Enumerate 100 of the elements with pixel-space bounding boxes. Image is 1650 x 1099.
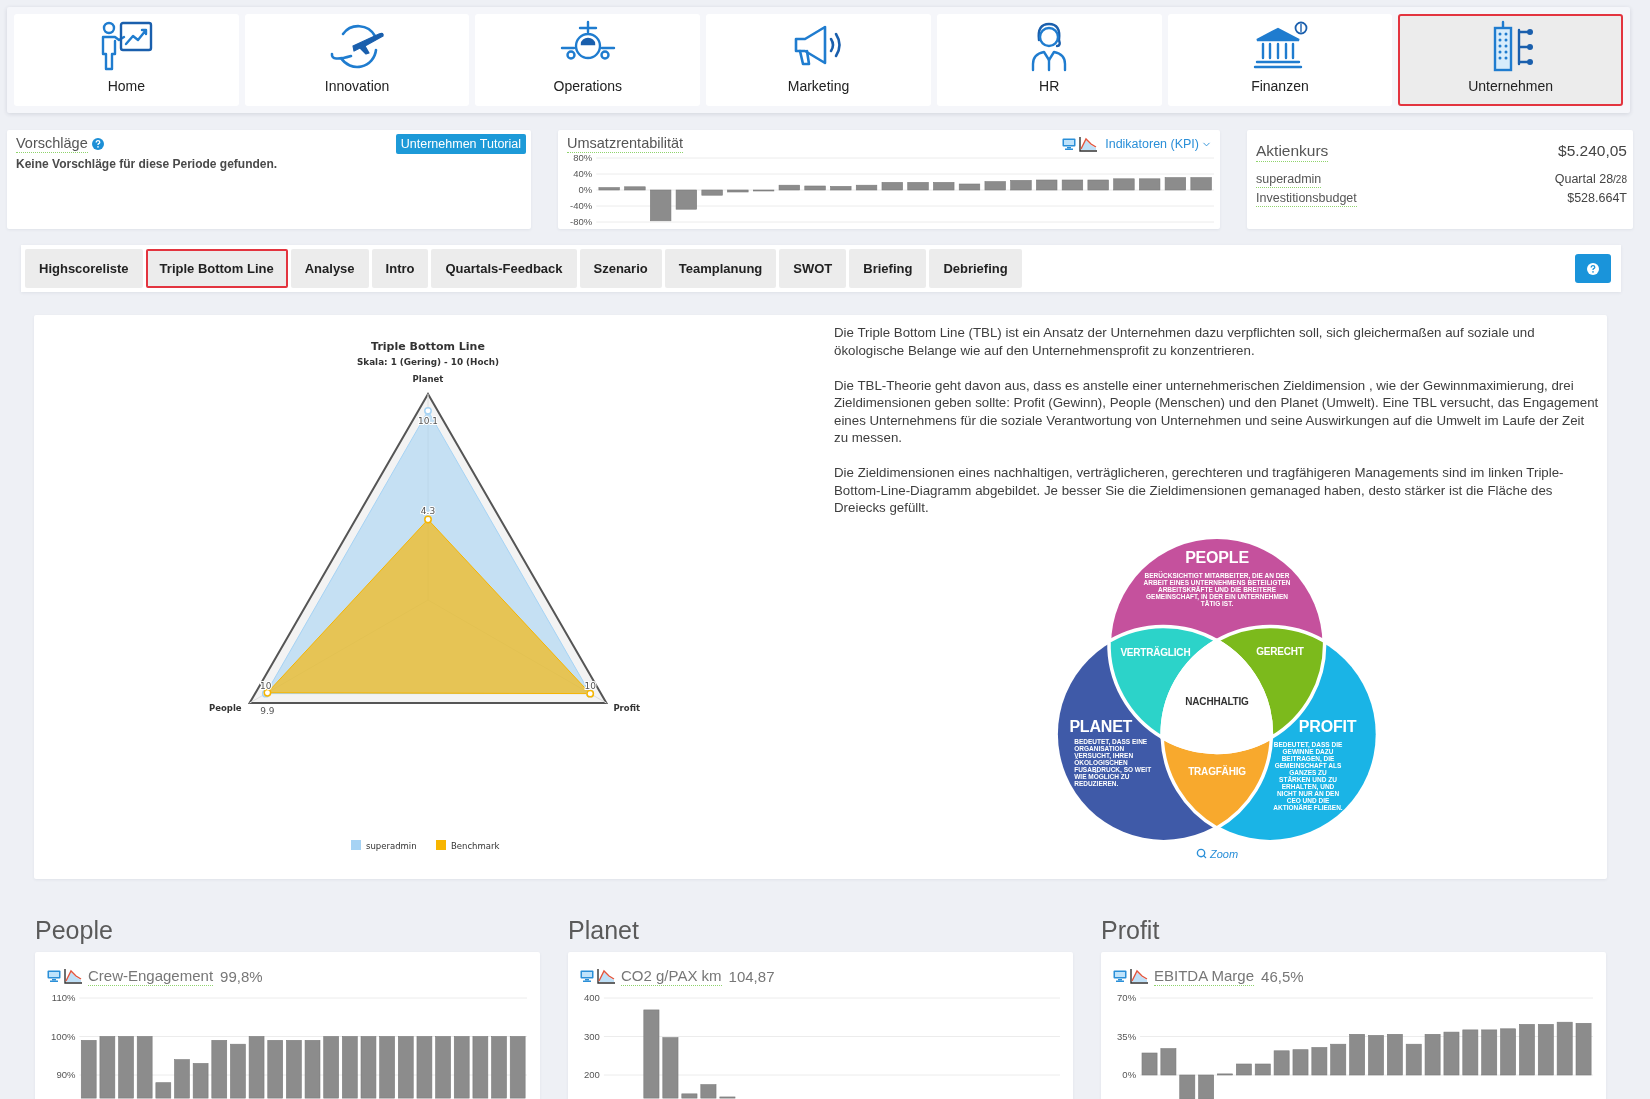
nav-tile[interactable]: Innovation bbox=[244, 14, 470, 106]
bar bbox=[211, 1040, 228, 1099]
line-chart-icon[interactable] bbox=[1079, 136, 1099, 152]
card-title: Vorschläge bbox=[16, 134, 88, 154]
nav-tile[interactable]: HR bbox=[936, 14, 1162, 106]
bar bbox=[753, 189, 775, 192]
metric-label: EBITDA Marge bbox=[1154, 966, 1255, 986]
card-title: Aktienkurs bbox=[1256, 142, 1329, 162]
search-icon bbox=[1195, 848, 1207, 860]
marker-icon bbox=[424, 406, 432, 415]
section-heading: Planet bbox=[568, 915, 640, 945]
bar bbox=[286, 1040, 302, 1099]
bar bbox=[416, 1036, 433, 1099]
bar bbox=[453, 1036, 470, 1099]
bar bbox=[1236, 1063, 1252, 1076]
user-name: superadmin bbox=[1256, 171, 1322, 188]
axis-label: 90% bbox=[56, 1069, 76, 1081]
bar bbox=[1273, 1050, 1290, 1076]
indicator-dropdown[interactable]: Indikatoren (KPI) bbox=[1105, 137, 1212, 151]
bar bbox=[267, 1040, 283, 1099]
bar bbox=[1164, 177, 1186, 191]
axis-label: -80% bbox=[570, 216, 593, 228]
axis-label: Planet bbox=[412, 374, 444, 384]
description-paragraph: Die Zieldimensionen eines nachhaltigen, verträglicheren, gerechteren und tragfähigeren Managements sind im linken Triple-Bottom-Line-Diagramm abgebildet. Je besser Sie die Zieldimensionen gemanaged haben, desto stärker ist die Fläche des Dreiecks gefüllt. bbox=[834, 464, 1565, 517]
axis-label: 100% bbox=[51, 1030, 76, 1042]
bar bbox=[1443, 1031, 1460, 1076]
bar bbox=[1462, 1029, 1479, 1076]
bar bbox=[662, 1037, 679, 1099]
tab[interactable]: Highscoreliste bbox=[25, 249, 143, 288]
bar bbox=[304, 1040, 321, 1099]
axis-label: 300 bbox=[584, 1030, 600, 1042]
empty-message: Keine Vorschläge für diese Periode gefunden. bbox=[16, 157, 279, 171]
line-chart-icon[interactable] bbox=[597, 968, 616, 984]
bar bbox=[1141, 1052, 1158, 1076]
bar bbox=[1556, 1021, 1573, 1076]
bar bbox=[1198, 1074, 1214, 1099]
nav-tile[interactable]: Finanzen bbox=[1167, 14, 1393, 106]
bar bbox=[398, 1036, 414, 1099]
data-label: 4.3 bbox=[420, 506, 436, 517]
bar bbox=[1481, 1029, 1498, 1076]
nav-tile[interactable]: Home bbox=[14, 14, 239, 106]
budget-value: $528.664T bbox=[1567, 190, 1627, 205]
venn-overlap-label: GERECHT bbox=[1256, 646, 1304, 657]
bar bbox=[1330, 1043, 1347, 1076]
monitor-icon[interactable] bbox=[580, 970, 594, 982]
bar bbox=[804, 185, 826, 191]
bar bbox=[80, 1040, 97, 1099]
bar bbox=[1217, 1073, 1233, 1076]
monitor-icon[interactable] bbox=[1113, 970, 1127, 982]
bar bbox=[1113, 178, 1135, 191]
tab[interactable]: Quartals-Feedback bbox=[431, 249, 577, 288]
metric-value: 104,87 bbox=[728, 967, 775, 985]
metric-label: Crew-Engagement bbox=[88, 966, 214, 986]
tab[interactable]: Teamplanung bbox=[664, 249, 777, 288]
bar bbox=[958, 183, 981, 191]
tab[interactable]: Debriefing bbox=[929, 249, 1022, 288]
tab[interactable]: Szenario bbox=[579, 249, 662, 288]
bar bbox=[984, 181, 1006, 191]
tab[interactable]: SWOT bbox=[779, 249, 847, 288]
bar bbox=[323, 1036, 339, 1099]
line-chart-icon[interactable] bbox=[64, 968, 83, 984]
tab[interactable]: Triple Bottom Line bbox=[145, 249, 288, 288]
data-label: 9.9 bbox=[260, 705, 275, 716]
bar bbox=[1160, 1048, 1177, 1076]
tab[interactable]: Intro bbox=[371, 249, 429, 288]
tab[interactable]: Analyse bbox=[290, 249, 369, 288]
bar bbox=[472, 1036, 489, 1099]
help-icon[interactable] bbox=[91, 138, 104, 150]
help-button[interactable] bbox=[1575, 254, 1611, 283]
bar bbox=[1424, 1034, 1441, 1076]
bar bbox=[174, 1059, 190, 1099]
monitor-icon[interactable] bbox=[1062, 138, 1077, 150]
bar bbox=[360, 1036, 377, 1099]
bar bbox=[1292, 1049, 1309, 1076]
stock-price: $5.240,05 bbox=[1558, 142, 1627, 160]
bar bbox=[881, 182, 903, 191]
line-chart-icon[interactable] bbox=[1130, 968, 1149, 984]
zoom-link[interactable]: Zoom bbox=[1195, 847, 1239, 860]
bar bbox=[701, 189, 723, 196]
axis-label: 80% bbox=[573, 154, 593, 164]
bar bbox=[342, 1036, 358, 1099]
bar bbox=[1349, 1034, 1365, 1076]
bar bbox=[650, 189, 672, 222]
data-label: 10 bbox=[260, 680, 272, 691]
legend-label[interactable]: superadmin bbox=[366, 840, 417, 851]
data-label: 10 bbox=[584, 680, 596, 691]
bar bbox=[379, 1036, 395, 1099]
monitor-icon[interactable] bbox=[47, 970, 61, 982]
tab[interactable]: Briefing bbox=[849, 249, 927, 288]
legend-label[interactable]: Benchmark bbox=[451, 840, 500, 851]
axis-label: -40% bbox=[570, 200, 593, 212]
axis-label: 110% bbox=[51, 992, 76, 1004]
bar bbox=[1575, 1023, 1592, 1076]
nav-tile[interactable]: Marketing bbox=[706, 14, 931, 106]
bar bbox=[907, 182, 929, 191]
bar bbox=[248, 1036, 265, 1099]
bar bbox=[136, 1036, 153, 1099]
nav-tile[interactable]: Operations bbox=[475, 14, 701, 106]
bar bbox=[727, 189, 749, 193]
nav-tile[interactable]: Unternehmen bbox=[1398, 14, 1623, 106]
